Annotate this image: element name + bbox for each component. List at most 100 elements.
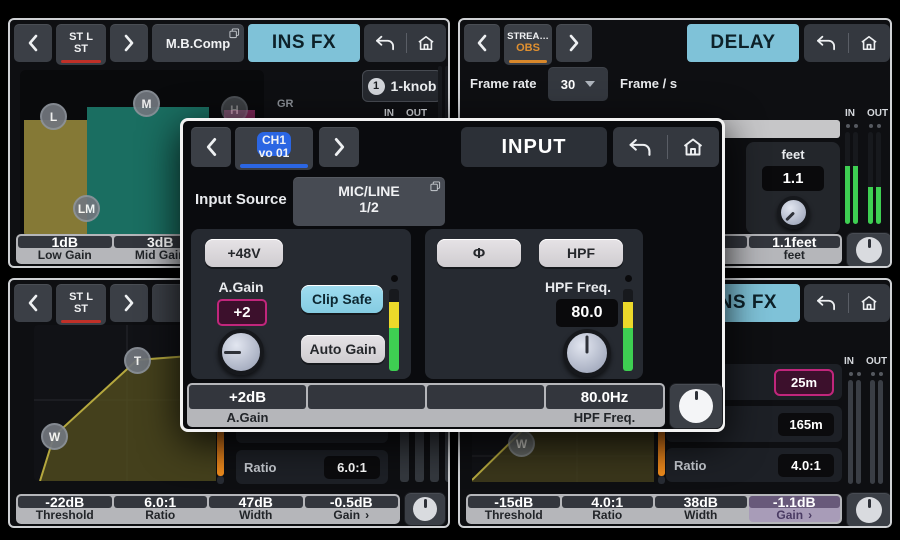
clip-safe-button[interactable]: Clip Safe bbox=[301, 285, 383, 313]
param-row-ratio[interactable]: Ratio 4.0:1 bbox=[666, 448, 842, 482]
band-handle-mid[interactable]: M bbox=[133, 90, 160, 117]
auto-gain-button[interactable]: Auto Gain bbox=[301, 335, 385, 363]
nav-box bbox=[804, 24, 890, 62]
param-cell-low-gain[interactable]: 1dB Low Gain bbox=[18, 236, 112, 262]
channel-sub: OBS bbox=[516, 42, 540, 54]
home-icon[interactable] bbox=[859, 293, 879, 313]
gr-meter-cap bbox=[658, 476, 665, 484]
in-meter-label: IN bbox=[844, 356, 854, 367]
band-handle-lowmid[interactable]: LM bbox=[73, 195, 100, 222]
again-value[interactable]: +2 bbox=[217, 299, 267, 326]
hpf-freq-label: HPF Freq. bbox=[533, 279, 623, 295]
param-cell-width[interactable]: 38dB Width bbox=[655, 496, 747, 522]
threshold-handle[interactable]: T bbox=[124, 347, 151, 374]
knob-pointer bbox=[785, 211, 795, 221]
knob-icon bbox=[856, 497, 882, 523]
channel-color-bar bbox=[509, 60, 547, 63]
param-row-ratio[interactable]: Ratio 6.0:1 bbox=[236, 450, 388, 484]
prev-channel-button[interactable] bbox=[14, 284, 52, 322]
undo-icon[interactable] bbox=[815, 294, 837, 312]
delay-knob[interactable] bbox=[777, 196, 810, 229]
home-icon[interactable] bbox=[681, 135, 705, 159]
fx-type-button[interactable]: M.B.Comp bbox=[152, 24, 244, 62]
band-handle-low[interactable]: L bbox=[40, 103, 67, 130]
width-handle[interactable]: W bbox=[41, 423, 68, 450]
input-source-button[interactable]: MIC/LINE 1/2 bbox=[293, 177, 445, 226]
again-knob[interactable] bbox=[218, 329, 264, 375]
meter-bar bbox=[415, 426, 424, 482]
param-cell[interactable] bbox=[427, 385, 544, 425]
clip-dot bbox=[869, 124, 873, 128]
width-handle[interactable]: W bbox=[508, 430, 535, 457]
param-cell-threshold[interactable]: -15dB Threshold bbox=[468, 496, 560, 522]
phase-button[interactable]: Φ bbox=[437, 239, 521, 267]
param-cell-hpf-freq[interactable]: 80.0Hz HPF Freq. bbox=[546, 385, 663, 425]
copy-icon bbox=[229, 28, 240, 39]
param-cell-delay[interactable]: 1.1feet feet bbox=[749, 236, 841, 262]
out-meter-l bbox=[868, 132, 873, 224]
chevron-left-icon bbox=[476, 34, 488, 52]
hpf-button[interactable]: HPF bbox=[539, 239, 623, 267]
next-channel-button[interactable] bbox=[110, 284, 148, 322]
hpf-freq-value[interactable]: 80.0 bbox=[556, 299, 618, 327]
channel-name: STREA… bbox=[507, 32, 549, 43]
chevron-right-icon bbox=[333, 137, 346, 157]
touch-knob-box[interactable] bbox=[846, 232, 892, 268]
one-icon: 1 bbox=[368, 78, 385, 95]
touch-knob-box[interactable] bbox=[846, 492, 892, 528]
param-cell[interactable] bbox=[308, 385, 425, 425]
home-icon[interactable] bbox=[416, 33, 436, 53]
prev-channel-button[interactable] bbox=[14, 24, 52, 62]
prev-channel-button[interactable] bbox=[191, 127, 231, 167]
channel-select-button[interactable]: STREA… OBS bbox=[504, 24, 552, 65]
channel-select-button[interactable]: ST L ST bbox=[56, 24, 106, 65]
param-cell-gain[interactable]: -0.5dB Gain› bbox=[305, 496, 399, 522]
phase-hpf-section: Φ HPF HPF Freq. 80.0 bbox=[425, 229, 643, 379]
home-icon[interactable] bbox=[859, 33, 879, 53]
divider bbox=[406, 33, 407, 53]
param-cell-ratio[interactable]: 4.0:1 Ratio bbox=[562, 496, 654, 522]
clip-dot bbox=[854, 124, 858, 128]
chevron-right-icon bbox=[568, 34, 580, 52]
divider bbox=[848, 33, 849, 53]
chevron-right-icon bbox=[123, 34, 135, 52]
caret-down-icon bbox=[585, 81, 595, 87]
clip-dot bbox=[877, 124, 881, 128]
one-knob-button[interactable]: 1 1-knob bbox=[362, 70, 442, 102]
channel-sub: vo 01 bbox=[259, 147, 290, 160]
param-cell-ratio[interactable]: 6.0:1 Ratio bbox=[114, 496, 208, 522]
meter-bar bbox=[400, 426, 409, 482]
page-title: INS FX bbox=[248, 24, 360, 62]
hpf-freq-knob[interactable] bbox=[563, 329, 611, 377]
param-cell-again[interactable]: +2dB A.Gain bbox=[189, 385, 306, 425]
mixer-multi-screen: ST L ST M.B.Comp INS FX L M H LM bbox=[0, 0, 900, 540]
param-cell-gain-selected[interactable]: -1.1dB Gain› bbox=[749, 496, 841, 522]
analog-gain-section: +48V A.Gain +2 Clip Safe Auto Gain bbox=[191, 229, 411, 379]
in-meter-l bbox=[848, 380, 853, 484]
touch-knob-box[interactable] bbox=[669, 383, 723, 429]
nav-box bbox=[613, 127, 719, 167]
undo-icon[interactable] bbox=[627, 137, 653, 158]
next-channel-button[interactable] bbox=[110, 24, 148, 62]
channel-select-button[interactable]: ST L ST bbox=[56, 284, 106, 325]
channel-select-button[interactable]: CH1 vo 01 bbox=[235, 127, 313, 170]
prev-channel-button[interactable] bbox=[464, 24, 500, 62]
copy-icon bbox=[430, 181, 441, 192]
meter-bar bbox=[445, 426, 450, 482]
frame-rate-dropdown[interactable]: 30 bbox=[548, 67, 608, 101]
page-title: DELAY bbox=[687, 24, 799, 62]
phantom-48v-button[interactable]: +48V bbox=[205, 239, 283, 267]
knob-icon bbox=[856, 237, 882, 263]
input-popup: CH1 vo 01 INPUT Input Source MIC/LINE 1/… bbox=[180, 118, 725, 432]
param-cell-threshold[interactable]: -22dB Threshold bbox=[18, 496, 112, 522]
delay-value[interactable]: 1.1 bbox=[762, 166, 824, 191]
touch-knob-box[interactable] bbox=[404, 492, 446, 526]
in-meter-l bbox=[845, 132, 850, 224]
undo-icon[interactable] bbox=[374, 34, 396, 52]
clip-dot bbox=[879, 372, 883, 376]
undo-icon[interactable] bbox=[815, 34, 837, 52]
channel-sub: ST bbox=[74, 43, 88, 55]
next-channel-button[interactable] bbox=[319, 127, 359, 167]
param-cell-width[interactable]: 47dB Width bbox=[209, 496, 303, 522]
next-channel-button[interactable] bbox=[556, 24, 592, 62]
